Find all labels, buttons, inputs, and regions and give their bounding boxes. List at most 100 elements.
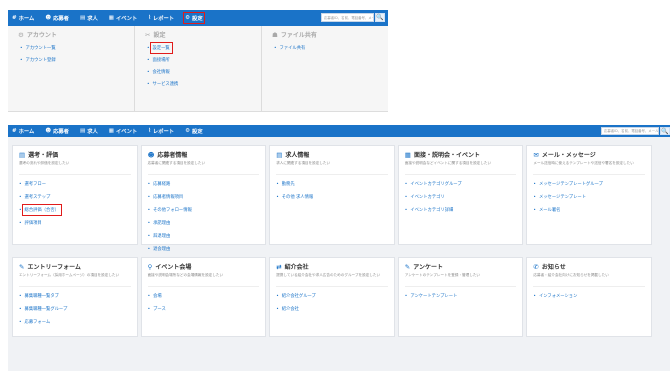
interview-place-link[interactable]: 面接場所 — [147, 57, 251, 63]
card-link[interactable]: その他 求人情報 — [276, 194, 388, 200]
divider — [533, 174, 645, 175]
settings-list-screenshot: # ホーム ☻ 応募者 ▤ 求人 ▦ イベント ⌇ レポート ⚙ 設定 応募者ID、名前、電… — [8, 125, 670, 371]
top-nav-bar: # ホーム ☻ 応募者 ▤ 求人 ▦ イベント ⌇ レポート ⚙ 設定 応募者ID、名前、電… — [8, 10, 388, 26]
card-applicant-info: ☻応募者情報 応募者に関連する項目を設定したい 応募経路 応募者情報項目 その他… — [140, 145, 267, 265]
card-description: メール送信時に使えるテンプレートや送信や署名を設定したい — [533, 161, 634, 165]
home-icon: # — [12, 15, 17, 21]
nav-applicants[interactable]: ☻ 応募者 — [45, 127, 69, 135]
nav-settings[interactable]: ⚙ 設定 — [183, 12, 205, 24]
nav-jobs[interactable]: ▤ 求人 — [80, 14, 98, 22]
card-notice: ✆お知らせ 応募者・紹介会社向けにお知らせを掲載したい インフォメーション — [526, 257, 652, 337]
card-link[interactable]: 承諾理由 — [148, 220, 260, 226]
card-link[interactable]: ブース — [148, 306, 260, 312]
card-link[interactable]: イベントカテゴリ — [405, 194, 517, 200]
book-icon: ▤ — [276, 150, 283, 159]
card-link[interactable]: 辞退理由 — [148, 233, 260, 239]
card-link[interactable]: アンケートテンプレート — [405, 293, 517, 299]
nav-events[interactable]: ▦ イベント — [109, 14, 137, 22]
nav-jobs[interactable]: ▤ 求人 — [80, 127, 98, 135]
search-icon[interactable]: 🔍 — [660, 127, 670, 135]
card-link[interactable]: イベントカテゴリグループ — [405, 181, 517, 187]
users-icon: ☻ — [45, 128, 52, 134]
card-title: ⚲ イベント会場 — [147, 262, 192, 272]
card-description: 面接や説明会場所などの会場情報を設定したい — [147, 273, 224, 277]
card-link-overall-evaluation[interactable]: 総合評価（合否） — [19, 204, 131, 216]
card-title: ☻ 応募者情報 — [147, 150, 188, 160]
gear-icon: ⚙ — [185, 15, 191, 21]
book-icon: ▤ — [79, 15, 86, 21]
chart-icon: ⌇ — [148, 128, 151, 134]
nav-reports[interactable]: ⌇ レポート — [148, 14, 174, 22]
card-link[interactable]: 募集職種一覧グループ — [19, 306, 131, 312]
card-link[interactable]: 選考ステップ — [19, 194, 131, 200]
divider — [147, 286, 260, 287]
tools-icon: ✂ — [145, 30, 151, 39]
card-link[interactable]: メッセージテンプレートグループ — [533, 181, 645, 187]
card-title: ✆ お知らせ — [533, 262, 566, 272]
card-link[interactable]: 紹介会社グループ — [276, 293, 388, 299]
card-selection-evaluation: ▤選考・評価 選考の流れや評価を設定したい 選考フロー 選考ステップ 総合評価（… — [12, 145, 138, 245]
divider — [533, 286, 645, 287]
account-register-link[interactable]: アカウント登録 — [20, 57, 124, 63]
card-description: 面接や説明会などイベントに関する項目を設定したい — [404, 161, 492, 165]
card-title: ▦ 面接・説明会・イベント — [404, 150, 480, 160]
card-link[interactable]: インフォメーション — [533, 293, 645, 299]
card-link[interactable]: 応募者情報項目 — [148, 194, 260, 200]
map-pin-icon: ⚲ — [147, 262, 153, 271]
card-link[interactable]: 勤務先 — [276, 181, 388, 187]
card-link[interactable]: 応募フォーム — [19, 319, 131, 325]
card-title: ▤ 選考・評価 — [19, 150, 59, 160]
card-link[interactable]: その他フォロー情報 — [148, 207, 260, 213]
account-column: ⚙アカウント アカウント一覧 アカウント登録 — [8, 26, 134, 111]
main-nav-bar: # ホーム ☻ 応募者 ▤ 求人 ▦ イベント ⌇ レポート ⚙ 設定 応募者ID、名前、電… — [8, 125, 670, 137]
search-input[interactable]: 応募者ID、名前、電話番号、メール — [601, 127, 659, 135]
nav-home[interactable]: # ホーム — [12, 14, 34, 22]
card-interview-event: ▦面接・説明会・イベント 面接や説明会などイベントに関する項目を設定したい イベ… — [397, 145, 524, 245]
card-job-info: ▤求人情報 求人に関連する項目を設定したい 勤務先 その他 求人情報 — [269, 145, 395, 245]
card-agency: ⇄紹介会社 提携している紹介会社や求人広告のためのグループを設定したい 紹介会社… — [269, 257, 395, 337]
card-link[interactable]: 選考フロー — [19, 181, 131, 187]
pencil-icon: ✎ — [19, 262, 25, 271]
card-link[interactable]: 評価項目 — [19, 220, 131, 226]
card-link[interactable]: 会場 — [148, 293, 260, 299]
nav-applicants[interactable]: ☻ 応募者 — [45, 14, 69, 22]
calendar-icon: ▦ — [404, 150, 411, 159]
card-description: 求人に関連する項目を設定したい — [276, 161, 331, 165]
search-input[interactable]: 応募者ID、名前、電話番号、メール — [321, 13, 374, 22]
nav-home[interactable]: # ホーム — [12, 127, 34, 135]
account-list-link[interactable]: アカウント一覧 — [20, 45, 124, 51]
card-link[interactable]: 募集職種一覧タブ — [19, 293, 131, 299]
card-link[interactable]: イベントカテゴリ詳細 — [405, 207, 517, 213]
card-link[interactable]: メール署名 — [533, 207, 645, 213]
nav-settings[interactable]: ⚙ 設定 — [185, 127, 203, 135]
cloud-icon: ☗ — [272, 30, 278, 39]
search-box: 応募者ID、名前、電話番号、メール 🔍 — [321, 13, 385, 22]
card-description: 応募者・紹介会社向けにお知らせを掲載したい — [533, 273, 609, 277]
settings-list-link[interactable]: 設定一覧 — [147, 42, 251, 54]
divider — [19, 286, 131, 287]
card-link[interactable]: メッセージテンプレート — [533, 194, 645, 200]
card-link[interactable]: 退会理由 — [148, 246, 260, 252]
card-survey: ✎アンケート アンケートのテンプレートを登録・管理したい アンケートテンプレート — [397, 257, 524, 337]
settings-menu: ⚙アカウント アカウント一覧 アカウント登録 ✂設定 設定一覧 面接場所 会社情… — [8, 26, 388, 112]
nav-events[interactable]: ▦ イベント — [109, 127, 137, 135]
card-link[interactable]: 紹介会社 — [276, 306, 388, 312]
company-info-link[interactable]: 会社情報 — [147, 69, 251, 75]
account-heading: ⚙ アカウント — [18, 30, 57, 40]
document-icon: ▤ — [19, 150, 26, 159]
file-share-heading: ☗ ファイル共有 — [272, 30, 317, 40]
search-icon[interactable]: 🔍 — [375, 13, 385, 22]
service-integration-link[interactable]: サービス連携 — [147, 81, 251, 87]
calendar-icon: ▦ — [108, 15, 114, 21]
chart-icon: ⌇ — [148, 15, 151, 21]
nav-reports[interactable]: ⌇ レポート — [148, 127, 174, 135]
card-description: 応募者に関連する項目を設定したい — [147, 161, 206, 165]
divider — [19, 174, 131, 175]
card-link[interactable]: 応募経路 — [148, 181, 260, 187]
book-icon: ▤ — [79, 128, 86, 134]
file-share-link[interactable]: ファイル共有 — [274, 45, 378, 51]
divider — [276, 286, 388, 287]
card-description: 選考の流れや評価を設定したい — [19, 161, 70, 165]
card-title: ✎ エントリーフォーム — [19, 262, 81, 272]
users-icon: ☻ — [45, 15, 52, 21]
